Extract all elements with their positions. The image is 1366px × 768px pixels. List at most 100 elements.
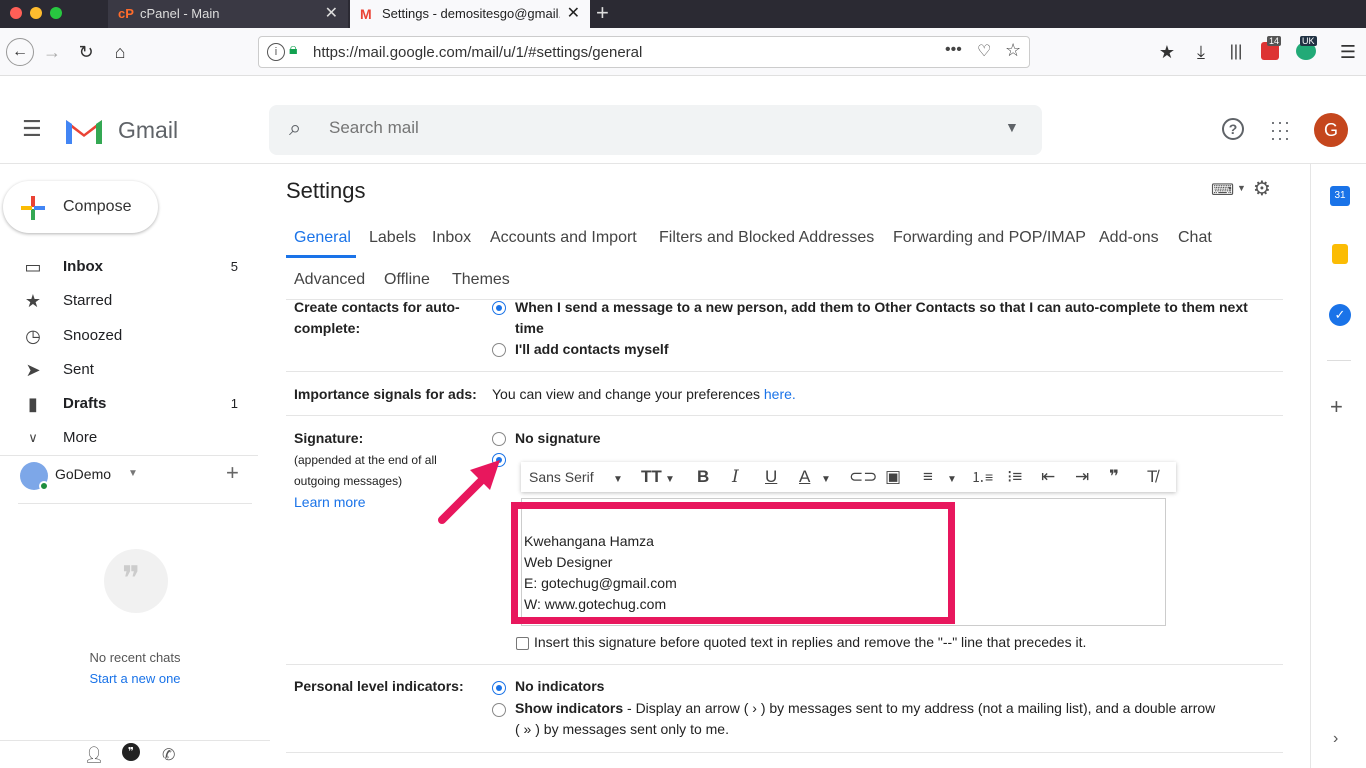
sidebar-item-label: Snoozed — [63, 327, 123, 344]
add-addon-icon[interactable]: + — [1330, 394, 1343, 420]
window-close-button[interactable] — [10, 7, 22, 19]
info-icon[interactable]: i — [267, 43, 285, 61]
tab-add-ons[interactable]: Add-ons — [1099, 228, 1159, 248]
contacts-manual-radio[interactable] — [492, 343, 506, 357]
link-icon[interactable]: ⊂⊃ — [849, 467, 878, 487]
font-select[interactable]: Sans Serif — [529, 467, 594, 487]
bulleted-list-icon[interactable]: ⁝≡ — [1007, 467, 1022, 487]
sidebar-item-more[interactable]: ∨ More — [0, 421, 258, 455]
add-chat-icon[interactable]: + — [226, 460, 239, 486]
tab-themes[interactable]: Themes — [452, 270, 510, 290]
sidebar-item-inbox[interactable]: ▭ Inbox 5 — [0, 250, 258, 284]
hangouts-chat-icon[interactable]: ❞ — [122, 743, 140, 761]
search-box[interactable]: ⌕ ▼ — [269, 105, 1042, 155]
chevron-down-icon[interactable]: ▼ — [947, 470, 957, 490]
account-dropdown-icon[interactable]: ▼ — [128, 468, 138, 479]
avatar-letter: G — [1323, 120, 1338, 140]
menu-icon[interactable]: ☰ — [1336, 40, 1360, 64]
importance-text: You can view and change your preferences — [492, 386, 760, 402]
show-indicators-radio[interactable] — [492, 703, 506, 717]
signature-sublabel-cont: outgoing messages) — [294, 474, 403, 488]
gmail-logo-icon[interactable] — [64, 116, 104, 146]
tasks-icon[interactable]: ✓ — [1329, 304, 1351, 326]
no-signature-radio[interactable] — [492, 432, 506, 446]
new-tab-button[interactable]: + — [596, 0, 609, 26]
tab-chat[interactable]: Chat — [1178, 228, 1212, 248]
no-chats-text: No recent chats — [89, 650, 181, 665]
no-indicators-radio[interactable] — [492, 681, 506, 695]
sidebar-item-drafts[interactable]: ▮ Drafts 1 — [0, 387, 258, 421]
tab-offline[interactable]: Offline — [384, 270, 430, 290]
calendar-icon[interactable]: 31 — [1330, 186, 1350, 206]
pocket-icon[interactable]: ♡ — [977, 41, 991, 61]
tab-labels[interactable]: Labels — [369, 228, 416, 248]
divider — [1327, 360, 1351, 361]
search-icon[interactable]: ⌕ — [289, 115, 301, 141]
remove-formatting-icon[interactable]: T̸ — [1147, 467, 1157, 487]
home-icon[interactable]: ⌂ — [108, 40, 132, 64]
search-options-icon[interactable]: ▼ — [1005, 119, 1019, 135]
chevron-down-icon[interactable]: ▼ — [821, 470, 831, 490]
tab-forwarding[interactable]: Forwarding and POP/IMAP — [893, 228, 1086, 248]
library-icon[interactable]: ||| — [1224, 40, 1248, 64]
sidebar-item-sent[interactable]: ➤ Sent — [0, 353, 258, 387]
importance-link[interactable]: here. — [764, 386, 796, 402]
keyboard-icon[interactable]: ⌨ — [1211, 180, 1234, 200]
avatar[interactable]: G — [1314, 113, 1348, 147]
tab-general[interactable]: General — [294, 228, 351, 248]
main-menu-icon[interactable]: ☰ — [22, 118, 42, 140]
sidebar-item-starred[interactable]: ★ Starred — [0, 284, 258, 318]
sidebar-item-count: 1 — [230, 396, 238, 411]
tab-advanced[interactable]: Advanced — [294, 270, 365, 290]
font-size-icon[interactable]: TT — [641, 467, 662, 487]
chevron-right-icon[interactable]: › — [1333, 730, 1338, 748]
learn-more-link[interactable]: Learn more — [294, 492, 366, 513]
quote-icon[interactable]: ❞ — [1109, 467, 1119, 487]
help-icon[interactable]: ? — [1222, 118, 1244, 140]
contacts-auto-radio[interactable] — [492, 301, 506, 315]
bookmark-star-icon[interactable]: ☆ — [1005, 40, 1021, 61]
forward-icon[interactable]: → — [40, 40, 64, 64]
bold-icon[interactable]: B — [697, 467, 709, 487]
underline-icon[interactable]: U — [765, 467, 777, 487]
indent-less-icon[interactable]: ⇤ — [1041, 467, 1055, 487]
insert-signature-checkbox[interactable] — [516, 637, 529, 650]
gear-icon[interactable]: ⚙ — [1253, 176, 1271, 201]
sidebar-item-snoozed[interactable]: ◷ Snoozed — [0, 319, 258, 353]
window-minimize-button[interactable] — [30, 7, 42, 19]
keep-icon[interactable] — [1332, 244, 1348, 264]
browser-tab-bar: cP cPanel - Main ✕ M Settings - demosite… — [0, 0, 1366, 28]
chevron-down-icon[interactable]: ▼ — [613, 470, 623, 490]
tab-accounts-and-import[interactable]: Accounts and Import — [490, 228, 637, 248]
more-icon[interactable]: ••• — [945, 41, 962, 59]
apps-grid-icon[interactable]: ··· ··· ··· — [1270, 113, 1291, 147]
url-bar[interactable]: i 🔒︎ https://mail.google.com/mail/u/1/#s… — [258, 36, 1030, 68]
extension-icon[interactable]: 14 — [1261, 36, 1282, 60]
chevron-down-icon[interactable]: ▼ — [1237, 183, 1246, 193]
close-icon[interactable]: ✕ — [325, 0, 338, 28]
start-chat-link[interactable]: Start a new one — [0, 671, 270, 686]
tab-cpanel[interactable]: cP cPanel - Main ✕ — [108, 0, 348, 28]
numbered-list-icon[interactable]: ⒈≡ — [971, 467, 993, 487]
text-color-icon[interactable]: A — [799, 467, 810, 487]
reload-icon[interactable]: ↻ — [74, 40, 98, 64]
back-icon[interactable]: ← — [6, 38, 34, 66]
phone-icon[interactable]: ✆ — [162, 745, 175, 765]
download-icon[interactable]: ⤓ — [1189, 40, 1213, 64]
bookmarks-icon[interactable]: ★ — [1155, 40, 1179, 64]
compose-button[interactable]: Compose — [3, 181, 158, 233]
align-icon[interactable]: ≡ — [923, 467, 933, 487]
indent-more-icon[interactable]: ⇥ — [1075, 467, 1089, 487]
contacts-icon[interactable]: 👤︎ — [84, 745, 104, 765]
italic-icon[interactable]: I — [732, 467, 739, 487]
window-maximize-button[interactable] — [50, 7, 62, 19]
extension-globe-icon[interactable]: UK — [1296, 36, 1317, 60]
image-icon[interactable]: ▣ — [885, 467, 901, 487]
tab-filters[interactable]: Filters and Blocked Addresses — [659, 228, 874, 248]
tab-inbox[interactable]: Inbox — [432, 228, 471, 248]
chevron-down-icon[interactable]: ▼ — [665, 470, 675, 490]
close-icon[interactable]: ✕ — [567, 0, 580, 28]
search-input[interactable] — [329, 118, 929, 138]
hangouts-account[interactable]: GoDemo ▼ + — [0, 455, 258, 503]
tab-gmail-settings[interactable]: M Settings - demositesgo@gmail.c ✕ — [350, 0, 590, 28]
